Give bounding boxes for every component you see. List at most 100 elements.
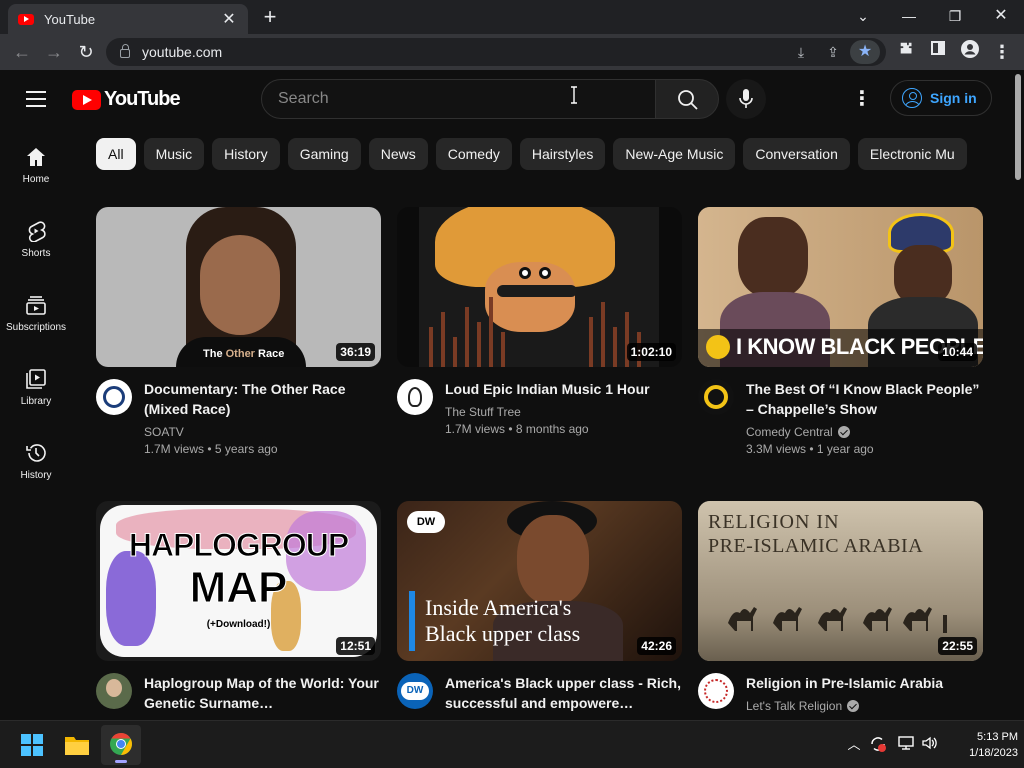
sidebar-item-shorts[interactable]: Shorts — [0, 202, 72, 272]
video-card[interactable]: RELIGION IN PRE-ISLAMIC ARABIA 22:55 Rel… — [698, 501, 983, 713]
reload-button[interactable]: ↻ — [74, 40, 98, 64]
folder-icon — [65, 737, 89, 755]
video-thumbnail[interactable]: RELIGION IN PRE-ISLAMIC ARABIA 22:55 — [698, 501, 983, 661]
chip-electronic-music[interactable]: Electronic Mu — [857, 138, 967, 170]
scrollbar-thumb[interactable] — [1015, 74, 1021, 180]
sidebar-item-library[interactable]: Library — [0, 350, 72, 420]
search-button[interactable] — [655, 79, 719, 119]
video-title[interactable]: Loud Epic Indian Music 1 Hour — [445, 379, 682, 399]
file-explorer-button[interactable] — [57, 725, 97, 765]
tab-search-chevron-icon[interactable]: ⌄ — [848, 4, 878, 28]
thumb-caption: Black upper class — [425, 621, 581, 646]
extensions-puzzle-icon[interactable] — [894, 40, 918, 64]
channel-name[interactable]: Comedy Central — [746, 425, 983, 439]
clock-time: 5:13 PM — [977, 731, 1018, 743]
video-card[interactable]: 1:02:10 Loud Epic Indian Music 1 Hour Th… — [397, 207, 682, 436]
chip-new-age-music[interactable]: New-Age Music — [613, 138, 736, 170]
hamburger-menu-icon[interactable] — [26, 91, 46, 107]
channel-avatar[interactable] — [96, 673, 132, 709]
browser-tab-bar: YouTube ✕ + ⌄ — ❐ ✕ — [0, 0, 1024, 34]
video-title[interactable]: The Best Of “I Know Black People” – Chap… — [746, 379, 983, 419]
video-duration: 36:19 — [336, 343, 375, 361]
start-button[interactable] — [12, 725, 52, 765]
chip-comedy[interactable]: Comedy — [435, 138, 512, 170]
sidebar-item-home[interactable]: Home — [0, 128, 72, 198]
video-title[interactable]: Documentary: The Other Race (Mixed Race) — [144, 379, 381, 419]
channel-avatar[interactable] — [698, 379, 734, 415]
channel-avatar[interactable] — [698, 673, 734, 709]
chip-hairstyles[interactable]: Hairstyles — [519, 138, 606, 170]
youtube-logo[interactable]: YouTube — [72, 88, 181, 111]
new-tab-button[interactable]: + — [259, 5, 281, 29]
video-title[interactable]: Haplogroup Map of the World: Your Geneti… — [144, 673, 381, 713]
minimize-button[interactable]: — — [894, 4, 924, 28]
video-thumbnail[interactable]: HAPLOGROUP MAP (+Download!) 12:51 — [96, 501, 381, 661]
audio-visualizer — [429, 297, 641, 367]
sidebar-item-subscriptions[interactable]: Subscriptions — [0, 276, 72, 346]
close-window-button[interactable]: ✕ — [986, 4, 1016, 28]
url-text[interactable]: youtube.com — [142, 44, 222, 60]
taskbar-clock[interactable]: 5:13 PM 1/18/2023 — [938, 729, 1018, 761]
video-card[interactable]: I KNOW BLACK PEOPLE 10:44 The Best Of “I… — [698, 207, 983, 456]
video-card[interactable]: HAPLOGROUP MAP (+Download!) 12:51 Haplog… — [96, 501, 381, 713]
microphone-icon — [739, 89, 753, 108]
network-icon[interactable] — [896, 735, 916, 755]
lock-icon[interactable] — [120, 44, 130, 58]
volume-icon[interactable] — [920, 735, 940, 755]
thumb-caption: Race — [254, 348, 285, 360]
channel-name[interactable]: Let's Talk Religion — [746, 699, 983, 713]
restore-button[interactable]: ❐ — [940, 4, 970, 28]
sign-in-button[interactable]: Sign in — [890, 80, 992, 116]
page-scrollbar[interactable] — [1012, 70, 1024, 720]
install-app-icon[interactable]: ⤓ — [790, 42, 812, 62]
video-title[interactable]: America's Black upper class - Rich, succ… — [445, 673, 682, 713]
verified-check-icon — [847, 700, 860, 712]
camel-caravan-silhouette — [728, 607, 947, 633]
channel-avatar[interactable] — [96, 379, 132, 415]
bookmark-star-button[interactable]: ★ — [850, 40, 880, 64]
chip-conversation[interactable]: Conversation — [743, 138, 850, 170]
face-shape — [738, 217, 808, 297]
address-bar[interactable]: youtube.com ⤓ ⇪ — [106, 38, 886, 66]
thumb-caption-highlight: Other — [225, 348, 255, 360]
show-hidden-icons-chevron-icon[interactable]: ︿ — [844, 735, 864, 755]
video-thumbnail[interactable]: The Other Race 36:19 — [96, 207, 381, 367]
chip-gaming[interactable]: Gaming — [287, 138, 361, 170]
chip-all[interactable]: All — [96, 138, 136, 170]
channel-name[interactable]: The Stuff Tree — [445, 405, 682, 419]
video-duration: 42:26 — [637, 637, 676, 655]
share-icon[interactable]: ⇪ — [822, 42, 844, 62]
sidebar-label-home: Home — [22, 174, 50, 185]
profile-icon[interactable] — [958, 40, 982, 64]
video-thumbnail[interactable]: DW Inside America's Black upper class 42… — [397, 501, 682, 661]
video-title[interactable]: Religion in Pre-Islamic Arabia — [746, 673, 983, 693]
chrome-menu-icon[interactable]: ⋮ — [990, 40, 1014, 64]
side-panel-icon[interactable] — [926, 40, 950, 64]
settings-kebab-icon[interactable]: ⋮ — [850, 87, 874, 111]
tab-close-icon[interactable]: ✕ — [220, 9, 238, 29]
face-shape — [517, 515, 589, 605]
search-box[interactable] — [261, 79, 656, 119]
video-card[interactable]: DW Inside America's Black upper class 42… — [397, 501, 682, 713]
home-icon — [27, 148, 45, 166]
voice-search-button[interactable] — [726, 79, 766, 119]
channel-avatar[interactable] — [397, 379, 433, 415]
back-button[interactable]: ← — [10, 40, 34, 64]
browser-tab[interactable]: YouTube ✕ — [8, 4, 248, 34]
sidebar-item-history[interactable]: History — [0, 424, 72, 494]
logo-text: YouTube — [104, 88, 181, 110]
chip-music[interactable]: Music — [143, 138, 205, 170]
chip-history[interactable]: History — [212, 138, 280, 170]
chrome-taskbar-button[interactable] — [101, 725, 141, 765]
channel-name[interactable]: SOATV — [144, 425, 381, 439]
video-thumbnail[interactable]: I KNOW BLACK PEOPLE 10:44 — [698, 207, 983, 367]
forward-button[interactable]: → — [42, 40, 66, 64]
search-input[interactable] — [278, 90, 655, 108]
sync-status-icon[interactable] — [868, 735, 888, 755]
video-thumbnail[interactable]: 1:02:10 — [397, 207, 682, 367]
chip-news[interactable]: News — [368, 138, 428, 170]
thumb-caption: PRE-ISLAMIC ARABIA — [708, 535, 924, 557]
comedy-central-logo-icon — [706, 335, 730, 359]
video-card[interactable]: The Other Race 36:19 Documentary: The Ot… — [96, 207, 381, 456]
channel-avatar[interactable]: DW — [397, 673, 433, 709]
